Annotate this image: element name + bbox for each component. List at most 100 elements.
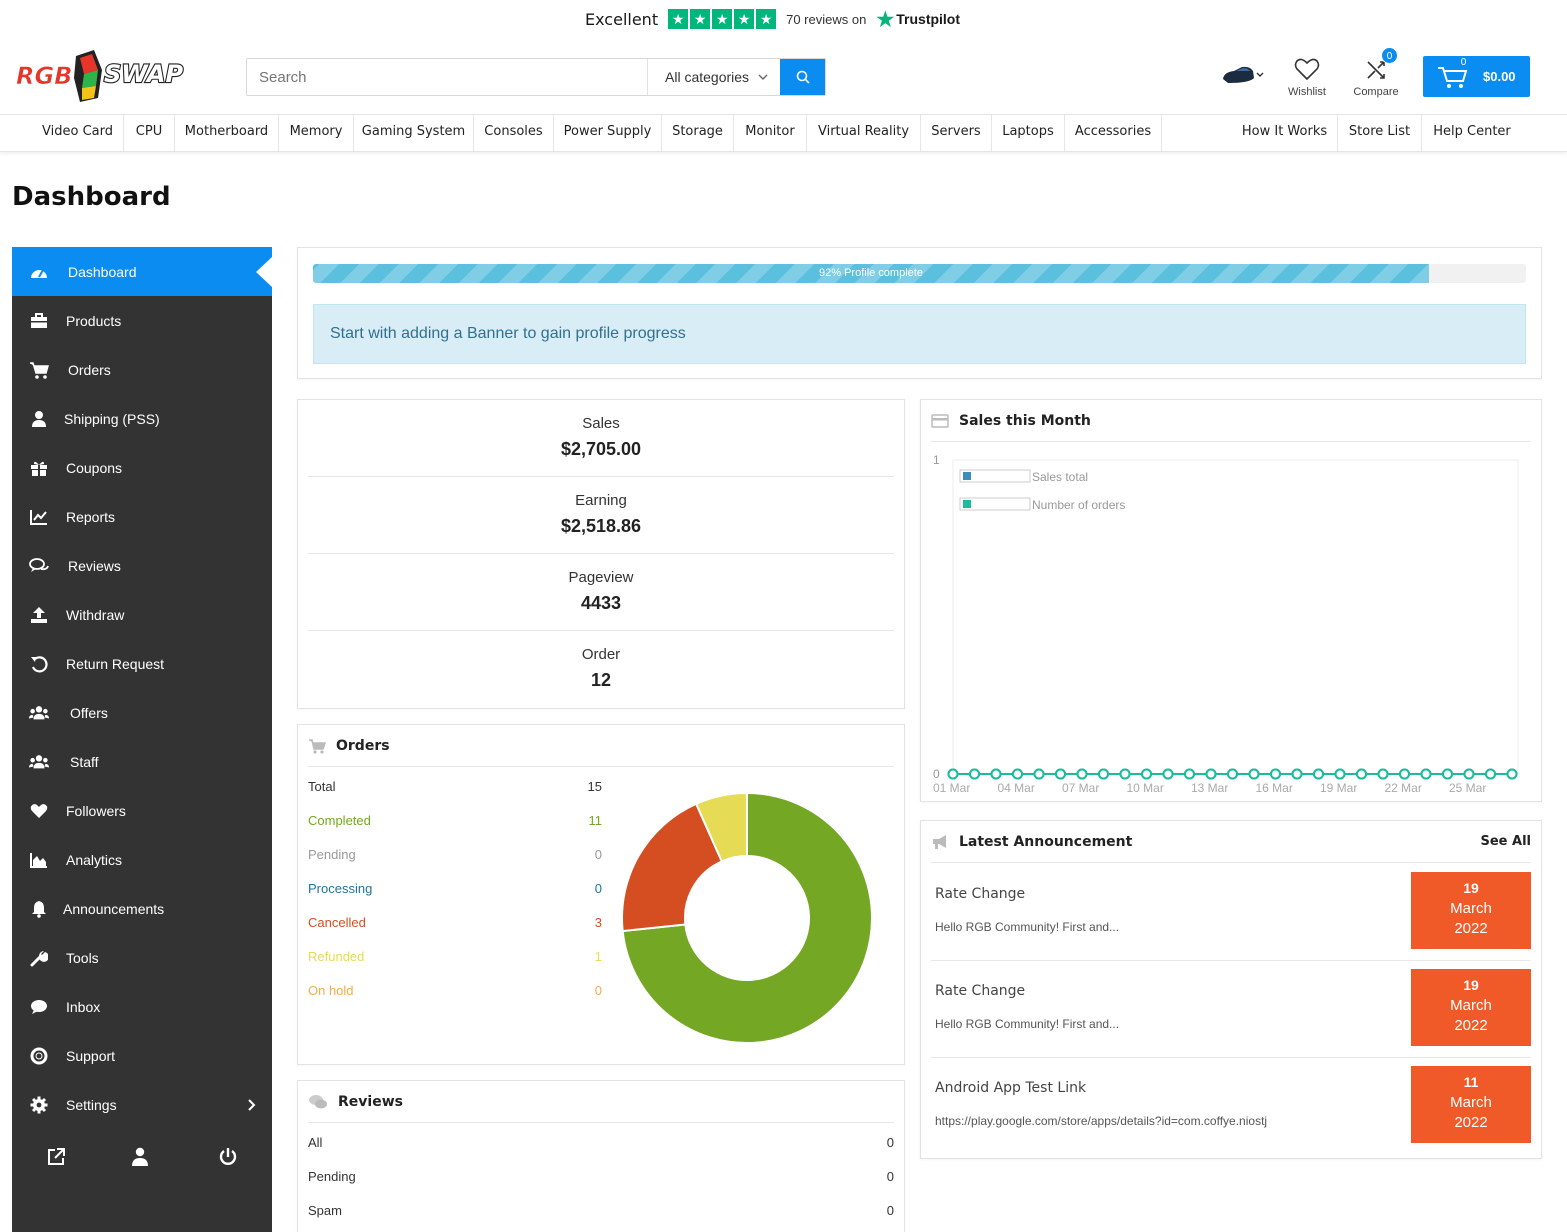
announcement-year: 2022 — [1454, 1114, 1488, 1131]
nav-item-virtual-reality[interactable]: Virtual Reality — [807, 115, 921, 152]
data-point[interactable] — [1076, 768, 1088, 780]
vehicle-menu[interactable] — [1220, 62, 1264, 91]
order-status-count: 0 — [594, 847, 602, 862]
nav-item-power-supply[interactable]: Power Supply — [554, 115, 662, 152]
data-point[interactable] — [1420, 768, 1432, 780]
see-all-link[interactable]: See All — [1481, 834, 1532, 849]
data-point[interactable] — [1291, 768, 1303, 780]
order-status-row[interactable]: Completed 11 — [308, 813, 602, 828]
compare-link[interactable]: Compare — [1350, 57, 1402, 98]
sidebar-item-offers[interactable]: Offers — [12, 688, 272, 737]
data-point[interactable] — [1227, 768, 1238, 780]
site-logo[interactable]: RGB SWAP — [14, 48, 199, 104]
data-point[interactable] — [1463, 768, 1475, 780]
data-point[interactable] — [947, 768, 959, 780]
sidebar-item-inbox[interactable]: Inbox — [12, 982, 272, 1031]
nav-item-consoles[interactable]: Consoles — [474, 115, 554, 152]
nav-item-laptops[interactable]: Laptops — [992, 115, 1065, 152]
nav-item-store-list[interactable]: Store List — [1338, 115, 1422, 152]
order-status-row[interactable]: On hold 0 — [308, 983, 602, 998]
x-tick-label: 01 Mar — [933, 781, 970, 795]
announcement-title[interactable]: Android App Test Link — [935, 1080, 1086, 1096]
order-status-label: Refunded — [308, 949, 365, 964]
sidebar-item-label: Reviews — [68, 557, 121, 574]
sidebar-item-dashboard[interactable]: Dashboard — [12, 247, 272, 296]
nav-item-gaming-system[interactable]: Gaming System — [354, 115, 474, 152]
nav-item-monitor[interactable]: Monitor — [734, 115, 807, 152]
power-icon[interactable] — [218, 1147, 238, 1172]
data-point[interactable] — [1033, 768, 1045, 780]
sidebar-item-reviews[interactable]: Reviews — [12, 541, 272, 590]
order-status-row[interactable]: Refunded 1 — [308, 949, 602, 964]
data-point[interactable] — [990, 768, 1002, 780]
data-point[interactable] — [1442, 768, 1453, 780]
sidebar-item-support[interactable]: Support — [12, 1031, 272, 1080]
wishlist-link[interactable]: Wishlist — [1284, 57, 1330, 98]
svg-text:RGB: RGB — [16, 62, 72, 90]
announcement-item[interactable]: Rate Change Hello RGB Community! First a… — [931, 961, 1531, 1058]
nav-item-motherboard[interactable]: Motherboard — [175, 115, 279, 152]
sidebar-item-staff[interactable]: Staff — [12, 737, 272, 786]
nav-item-servers[interactable]: Servers — [921, 115, 992, 152]
nav-item-video-card[interactable]: Video Card — [32, 115, 124, 152]
data-point[interactable] — [1141, 768, 1152, 780]
cart-button[interactable]: $0.00 — [1423, 56, 1530, 97]
compare-label: Compare — [1353, 86, 1399, 98]
data-point[interactable] — [1356, 768, 1367, 780]
announcement-item[interactable]: Rate Change Hello RGB Community! First a… — [931, 864, 1531, 961]
data-point[interactable] — [1270, 768, 1281, 780]
nav-item-how-it-works[interactable]: How It Works — [1232, 115, 1338, 152]
nav-item-storage[interactable]: Storage — [662, 115, 734, 152]
nav-item-help-center[interactable]: Help Center — [1422, 115, 1522, 152]
data-point[interactable] — [1098, 768, 1109, 780]
sidebar-item-tools[interactable]: Tools — [12, 933, 272, 982]
sidebar-item-settings[interactable]: Settings — [12, 1080, 272, 1129]
data-point[interactable] — [1485, 768, 1496, 780]
order-status-row[interactable]: Pending 0 — [308, 847, 602, 862]
order-status-row[interactable]: Processing 0 — [308, 881, 602, 896]
data-point[interactable] — [1205, 768, 1217, 780]
nav-item-accessories[interactable]: Accessories — [1065, 115, 1162, 152]
announcement-title[interactable]: Rate Change — [935, 983, 1025, 999]
nav-item-memory[interactable]: Memory — [279, 115, 354, 152]
comments-icon — [309, 1094, 327, 1108]
data-point[interactable] — [1506, 768, 1518, 780]
category-select[interactable]: All categories — [647, 59, 780, 95]
search-button[interactable] — [780, 59, 825, 95]
data-point[interactable] — [1377, 768, 1389, 780]
order-status-row[interactable]: Total 15 — [308, 779, 602, 794]
data-point[interactable] — [1313, 768, 1324, 780]
data-point[interactable] — [1248, 768, 1260, 780]
data-point[interactable] — [1012, 768, 1023, 780]
announcement-item[interactable]: Android App Test Link https://play.googl… — [931, 1058, 1531, 1155]
announcement-title[interactable]: Rate Change — [935, 886, 1025, 902]
data-point[interactable] — [1334, 768, 1346, 780]
reviews-row-pending[interactable]: Pending 0 — [308, 1169, 894, 1184]
sidebar-item-products[interactable]: Products — [12, 296, 272, 345]
data-point[interactable] — [1119, 768, 1131, 780]
sidebar-item-followers[interactable]: Followers — [12, 786, 272, 835]
external-link-icon[interactable] — [46, 1147, 66, 1172]
reviews-row-spam[interactable]: Spam 0 — [308, 1203, 894, 1218]
sidebar-item-analytics[interactable]: Analytics — [12, 835, 272, 884]
data-point[interactable] — [1162, 768, 1174, 780]
trustpilot-bar[interactable]: Excellent ★ ★ ★ ★ ★ 70 reviews on ★ Trust… — [585, 6, 960, 32]
search-input[interactable] — [247, 59, 647, 95]
sidebar-item-withdraw[interactable]: Withdraw — [12, 590, 272, 639]
sidebar-item-label: Staff — [70, 753, 99, 770]
data-point[interactable] — [1399, 768, 1410, 780]
order-status-row[interactable]: Cancelled 3 — [308, 915, 602, 930]
data-point[interactable] — [1055, 768, 1066, 780]
sidebar-item-shipping[interactable]: Shipping (PSS) — [12, 394, 272, 443]
sidebar-item-announcements[interactable]: Announcements — [12, 884, 272, 933]
nav-item-cpu[interactable]: CPU — [124, 115, 175, 152]
data-point[interactable] — [1184, 768, 1195, 780]
sidebar-item-reports[interactable]: Reports — [12, 492, 272, 541]
sidebar-item-coupons[interactable]: Coupons — [12, 443, 272, 492]
sidebar-item-orders[interactable]: Orders — [12, 345, 272, 394]
sales-panel-title: Sales this Month — [959, 412, 1091, 429]
user-icon[interactable] — [132, 1147, 148, 1172]
sidebar-item-return-request[interactable]: Return Request — [12, 639, 272, 688]
reviews-row-all[interactable]: All 0 — [308, 1135, 894, 1150]
data-point[interactable] — [969, 768, 980, 780]
